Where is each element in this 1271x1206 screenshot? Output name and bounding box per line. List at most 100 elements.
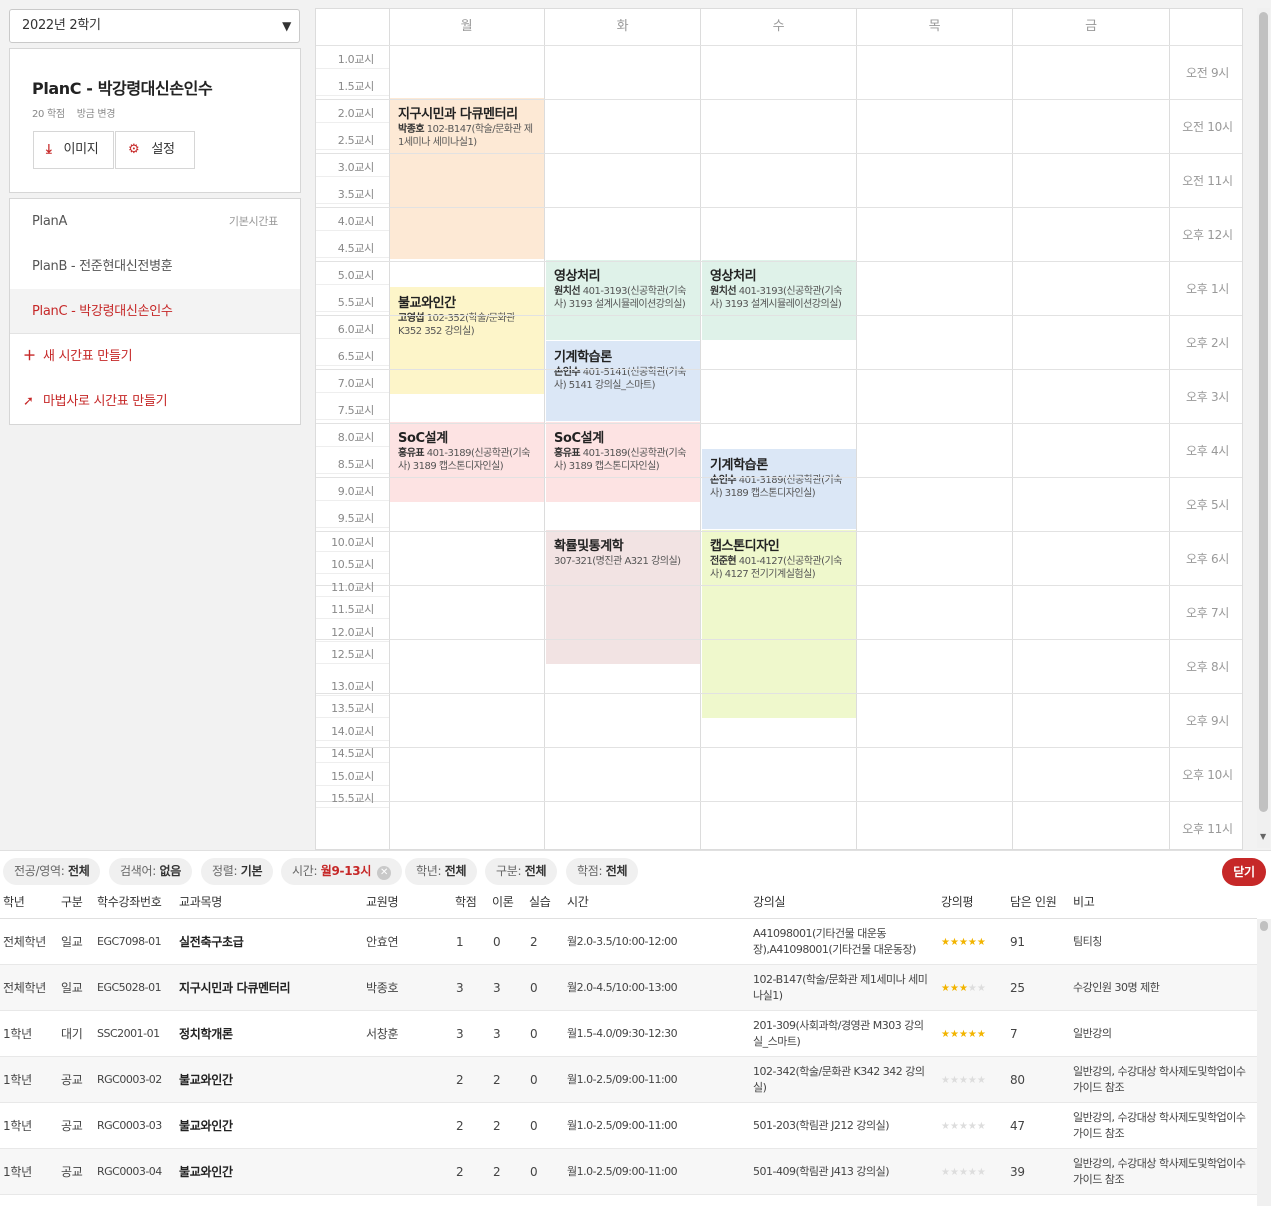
cell-room: 102-342(학술/문화관 K342 342 강의실): [753, 1065, 925, 1094]
course-block[interactable]: SoC설계 홍유표 401-3189(신공학관(기숙사) 3189 캡스톤디자인…: [390, 422, 544, 502]
close-button[interactable]: 닫기: [1222, 858, 1266, 886]
scrollbar-thumb[interactable]: [1259, 12, 1268, 812]
col-header-note[interactable]: 비고: [1073, 891, 1095, 913]
course-block[interactable]: SoC설계 홍유표 401-3189(신공학관(기숙사) 3189 캡스톤디자인…: [546, 422, 700, 502]
plan-item-a[interactable]: PlanA 기본시간표: [10, 199, 300, 244]
period-label: 6.0교시: [337, 323, 375, 336]
col-header-room[interactable]: 강의실: [753, 891, 786, 913]
course-block[interactable]: 기계학습론 손인수 401-5141(신공학관(기숙사) 5141 강의실_스마…: [546, 341, 700, 421]
star-icon: ★: [941, 1029, 950, 1040]
grid-line: [316, 641, 389, 642]
course-block[interactable]: 영상처리 원치선 401-3193(신공학관(기숙사) 3193 설계시뮬레이션…: [702, 260, 856, 340]
filter-chip-major[interactable]: 전공/영역: 전체: [3, 858, 101, 885]
day-header-wed: 수: [772, 19, 785, 34]
period-label: 12.0교시: [331, 626, 374, 639]
col-header-time[interactable]: 시간: [567, 891, 589, 913]
star-icon: ★: [949, 1167, 959, 1178]
clock-label: 오후 8시: [1185, 660, 1230, 674]
table-row[interactable]: 1학년 공교 RGC0003-02 불교와인간 2 2 0 월1.0-2.5/09:00-11…: [0, 1057, 1257, 1103]
col-header-theory[interactable]: 이론: [492, 891, 514, 913]
table-row[interactable]: 1학년 공교 RGC0003-03 불교와인간 2 2 0 월1.0-2.5/09:00-11…: [0, 1103, 1257, 1149]
col-header-credit[interactable]: 학점: [455, 891, 477, 913]
period-label: 15.0교시: [331, 770, 374, 783]
grid-line: [544, 9, 545, 849]
semester-select[interactable]: 2022년 2학기 ▼: [9, 9, 300, 43]
col-header-code[interactable]: 학수강좌번호: [97, 891, 162, 913]
col-header-practice[interactable]: 실습: [529, 891, 551, 913]
grid-line: [316, 149, 389, 150]
col-header-professor[interactable]: 교원명: [366, 891, 399, 913]
grid-line: [316, 419, 389, 420]
plan-item-c[interactable]: PlanC - 박강령대신손인수: [10, 289, 300, 334]
col-header-title[interactable]: 교과목명: [179, 891, 222, 913]
cell-room: 501-409(학림관 J413 강의실): [753, 1165, 890, 1178]
filter-chip-time[interactable]: 시간: 월9-13시 ✕: [281, 858, 403, 885]
cell-time: 월1.0-2.5/09:00-11:00: [567, 1119, 678, 1132]
grid-line: [316, 477, 1242, 478]
course-block[interactable]: 불교와인간 고영섭 102-352(학술/문화관 K352 352 강의실): [390, 287, 544, 394]
grid-line: [316, 807, 389, 808]
wizard-timetable-button[interactable]: ➚ 마법사로 시간표 만들기: [10, 379, 168, 424]
col-header-type[interactable]: 구분: [61, 891, 83, 913]
cell-code: SSC2001-01: [97, 1027, 160, 1040]
grid-line: [316, 392, 389, 393]
star-icon: ★: [949, 1121, 959, 1132]
grid-line: [316, 122, 389, 123]
period-label: 8.0교시: [337, 431, 375, 444]
table-row[interactable]: 전체학년 일교 EGC7098-01 실전축구초급 안효연 1 0 2 월2.0-3.5/10:…: [0, 919, 1257, 965]
col-header-rating[interactable]: 강의평: [941, 891, 974, 913]
course-block[interactable]: 확률및통계학 307-321(명진관 A321 강의실): [546, 530, 700, 664]
scrollbar-thumb[interactable]: [1260, 921, 1268, 931]
cell-count: 80: [1010, 1073, 1025, 1087]
cell-count: 47: [1010, 1119, 1025, 1133]
filter-chip-category[interactable]: 구분: 전체: [485, 858, 558, 885]
filter-value: 기본: [240, 864, 263, 878]
course-block[interactable]: 영상처리 원치선 401-3193(신공학관(기숙사) 3193 설계시뮬레이션…: [546, 260, 700, 340]
course-prof: 원치선: [554, 286, 581, 297]
grid-line: [316, 618, 389, 619]
clock-label: 오후 7시: [1185, 606, 1230, 620]
clock-label: 오후 5시: [1185, 498, 1230, 512]
filter-chip-credit[interactable]: 학점: 전체: [566, 858, 639, 885]
grid-line: [316, 551, 389, 552]
filter-chip-year[interactable]: 학년: 전체: [405, 858, 478, 885]
cell-note: 일반강의: [1073, 1027, 1112, 1040]
new-timetable-button[interactable]: ＋ 새 시간표 만들기: [10, 334, 133, 379]
image-download-button[interactable]: ⤓ 이미지: [33, 131, 114, 169]
course-detail: 원치선 401-3193(신공학관(기숙사) 3193 설계시뮬레이션강의실): [554, 285, 692, 311]
cell-code: RGC0003-03: [97, 1119, 162, 1132]
cell-room: 201-309(사회과학/경영관 M303 강의실_스마트): [753, 1019, 924, 1048]
period-label: 10.0교시: [331, 536, 374, 549]
current-plan-updated: 방금 변경: [76, 109, 116, 120]
star-icon: ★: [976, 1121, 986, 1132]
col-header-year[interactable]: 학년: [3, 891, 25, 913]
table-row[interactable]: 전체학년 일교 EGC5028-01 지구시민과 다큐멘터리 박종호 3 3 0 월2.0-4.…: [0, 965, 1257, 1011]
filter-chip-keyword[interactable]: 검색어: 없음: [109, 858, 192, 885]
plan-item-b[interactable]: PlanB - 전준현대신전병훈: [10, 244, 300, 289]
period-label: 4.5교시: [337, 242, 375, 255]
clock-label: 오후 9시: [1185, 714, 1230, 728]
cell-note: 팀티칭: [1073, 935, 1102, 948]
scroll-down-arrow-icon[interactable]: ▼: [1260, 832, 1266, 841]
table-scrollbar[interactable]: [1257, 919, 1271, 1206]
col-header-count[interactable]: 담은 인원: [1010, 891, 1057, 913]
clear-filter-icon[interactable]: ✕: [377, 866, 392, 880]
grid-line: [316, 596, 389, 597]
table-row[interactable]: 1학년 공교 RGC0003-04 불교와인간 2 2 0 월1.0-2.5/09:00-11…: [0, 1149, 1257, 1195]
table-row[interactable]: 1학년공교RGC0017-01자아와명상1110월1.0-1.5/09:00-1…: [0, 1195, 1257, 1206]
course-block[interactable]: 기계학습론 손인수 401-3189(신공학관(기숙사) 3189 캡스톤디자인…: [702, 449, 856, 529]
cell-code: RGC0003-04: [97, 1165, 162, 1178]
settings-button[interactable]: ⚙ 설정: [115, 131, 195, 169]
timetable-scrollbar[interactable]: ▼: [1257, 8, 1270, 848]
course-name: 기계학습론: [554, 350, 612, 365]
course-prof: 홍유표: [398, 448, 425, 459]
timetable-grid: 월 화 수 목 금 지구시민과 다큐멘터리 박종호 102-B147(학술/문화…: [315, 8, 1243, 850]
period-label: 5.0교시: [337, 269, 375, 282]
cell-time: 월2.0-3.5/10:00-12:00: [567, 935, 678, 948]
cell-prof: 박종호: [366, 981, 399, 995]
course-block[interactable]: 캡스톤디자인 전준현 401-4127(신공학관(기숙사) 4127 전기기계실…: [702, 530, 856, 718]
table-row[interactable]: 1학년 대기 SSC2001-01 정치학개론 서창훈 3 3 0 월1.5-4.0/09:30…: [0, 1011, 1257, 1057]
filter-chip-sort[interactable]: 정렬: 기본: [201, 858, 274, 885]
course-detail: 전준현 401-4127(신공학관(기숙사) 4127 전기기계실험실): [710, 555, 848, 581]
course-block[interactable]: 지구시민과 다큐멘터리 박종호 102-B147(학술/문화관 제1세미나 세미…: [390, 98, 544, 259]
